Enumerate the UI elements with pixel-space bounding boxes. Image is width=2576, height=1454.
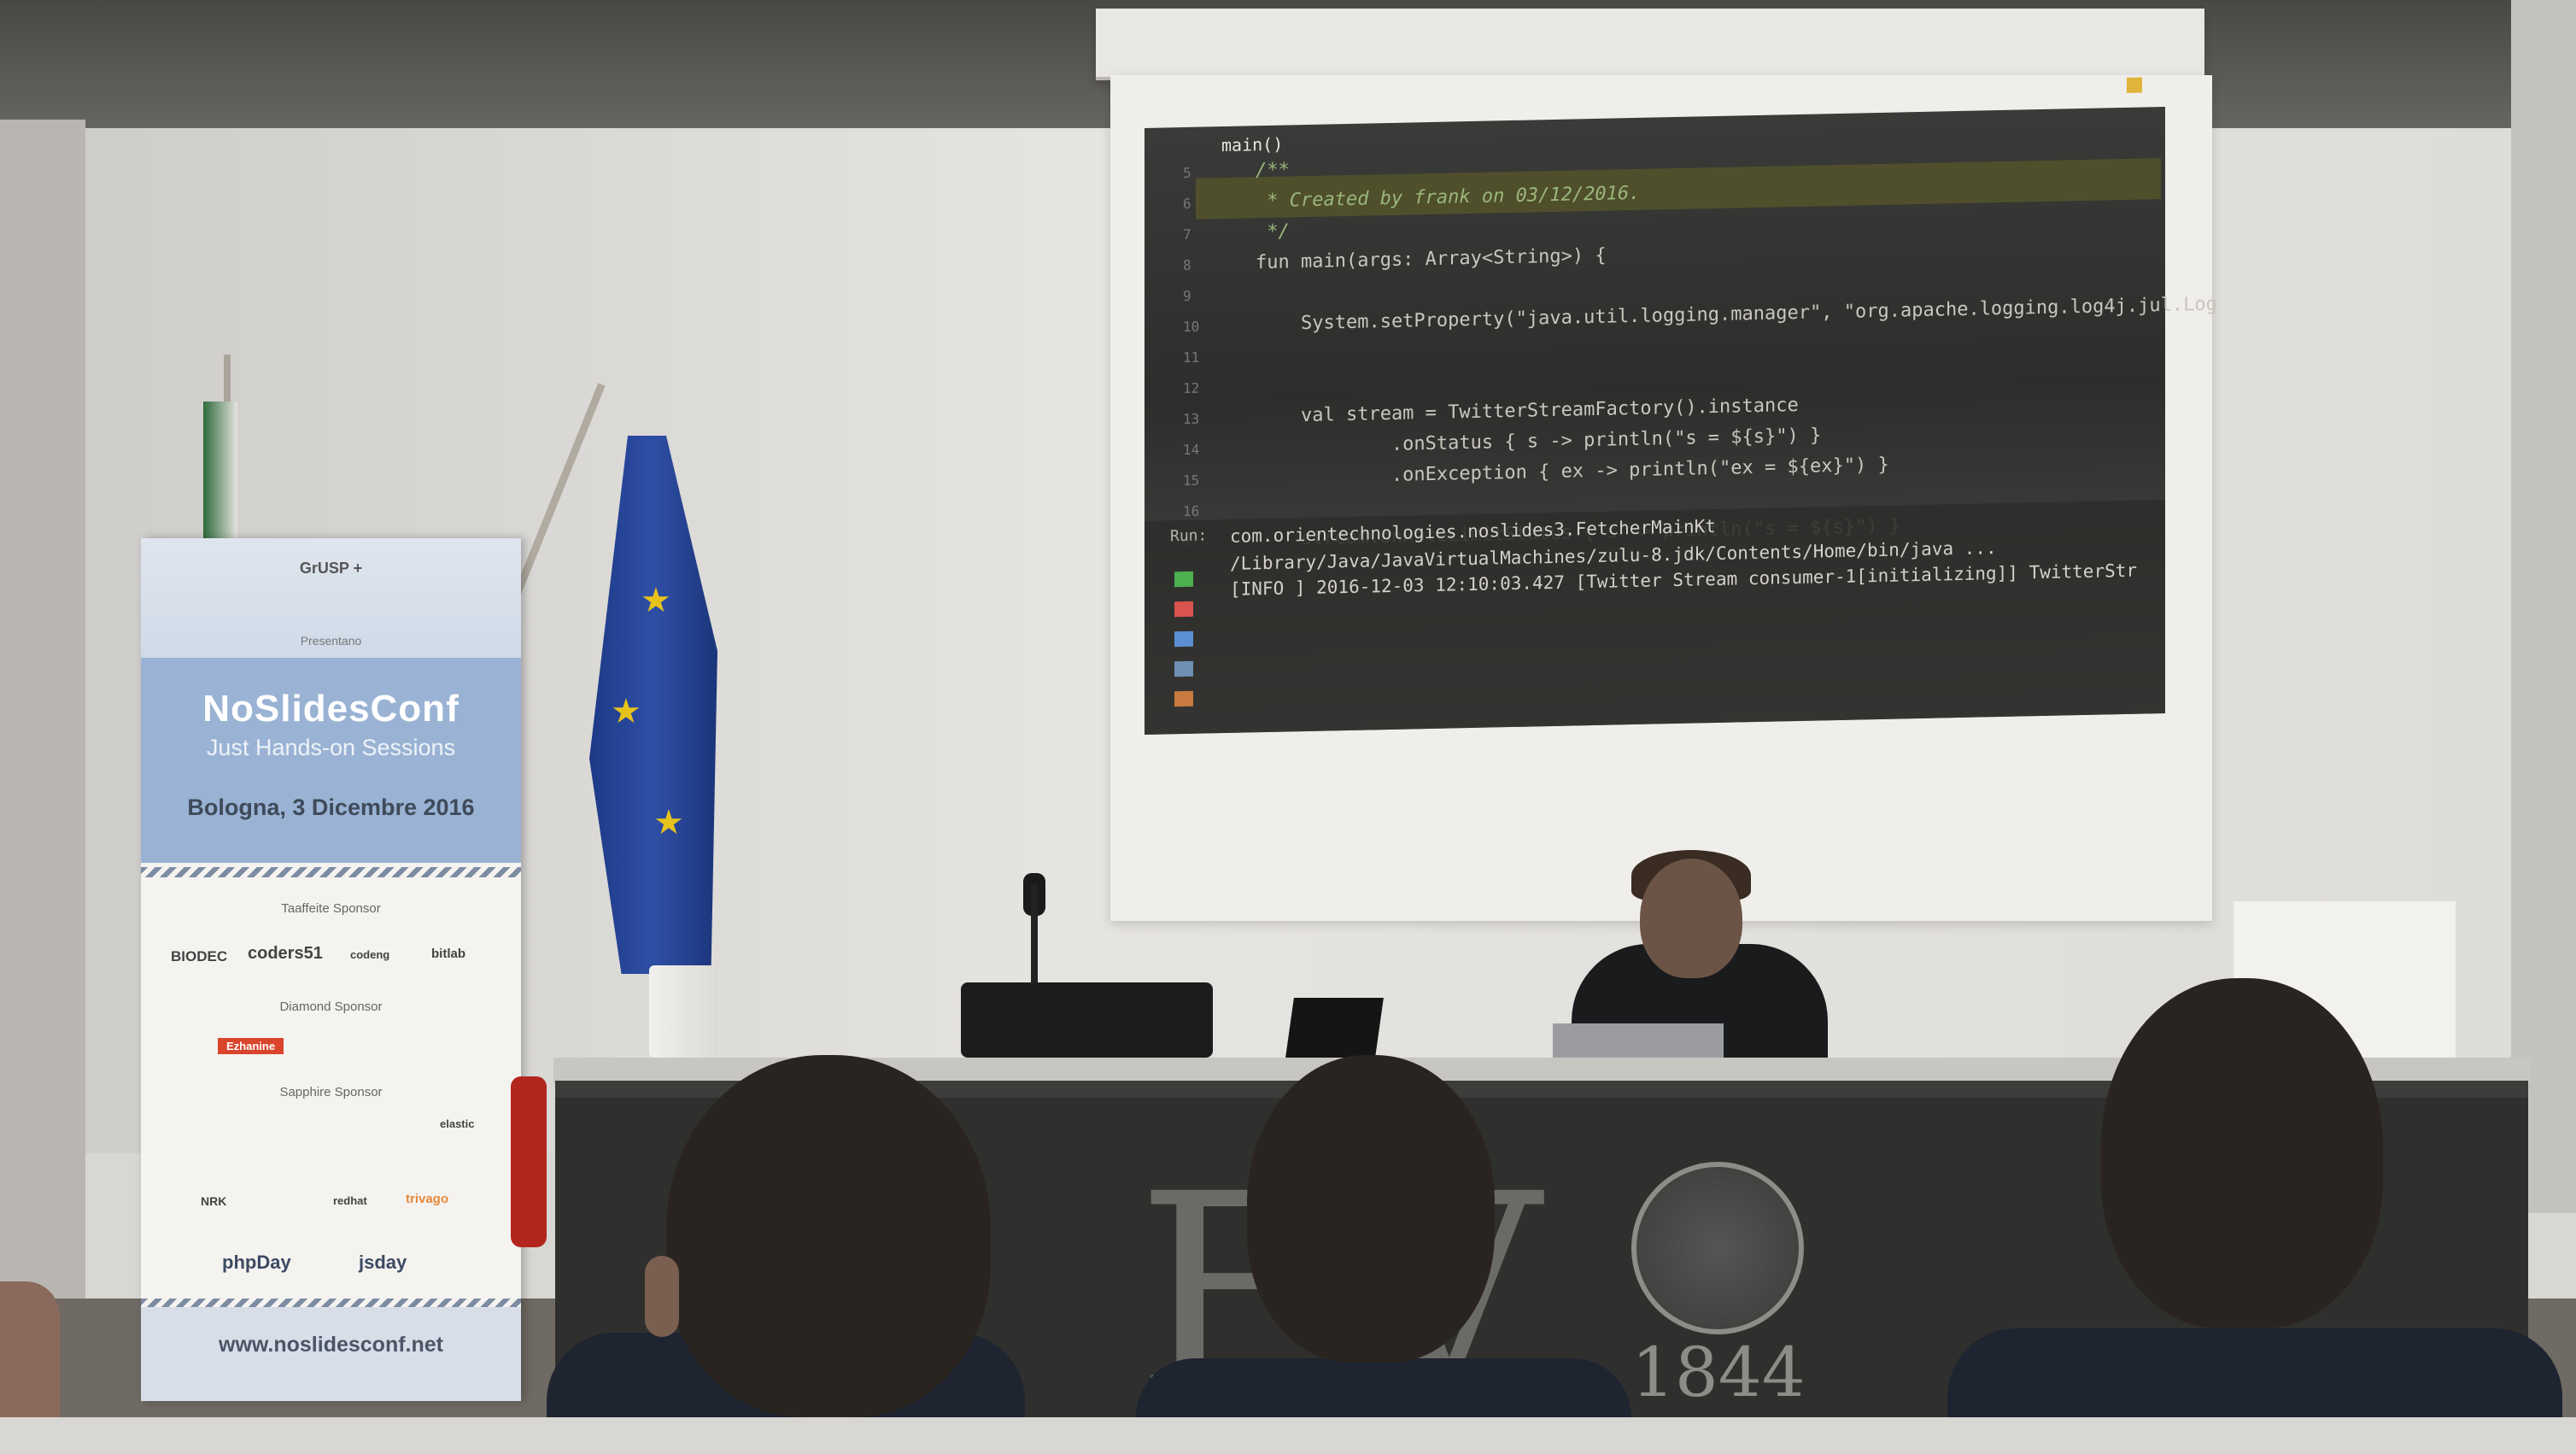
eu-star-icon: ★ [653,804,684,841]
eu-star-icon: ★ [641,582,671,619]
run-panel: Run: com.orientechnologies.noslides3.Fet… [1145,499,2165,735]
event-logo: jsday [359,1252,407,1273]
audience-head [1247,1055,1495,1363]
line-number: 6 [1183,195,1191,213]
exit-icon[interactable] [1174,690,1193,707]
line-number: 13 [1183,410,1200,428]
italian-flag [203,402,237,538]
banner-url: www.noslidesconf.net [219,1333,443,1357]
line-number: 9 [1183,287,1191,305]
fire-extinguisher [511,1076,547,1247]
table-year: 1844 [1631,1333,1806,1412]
line-number: 12 [1183,379,1200,397]
line-number: 10 [1183,318,1200,336]
run-config-line: com.orientechnologies.noslides3.FetcherM… [1230,515,1716,547]
banner-subtitle: Just Hands-on Sessions [206,735,456,760]
rerun-icon[interactable] [1174,571,1193,588]
line-number: 5 [1183,164,1191,182]
small-monitor [1285,998,1384,1058]
audience-shoulders [1947,1328,2562,1417]
code-line: .onStatus { s -> println("s = ${s}") } [1256,425,1822,459]
sponsor-logo: NRK [201,1194,227,1208]
sponsor-section-title: Sapphire Sponsor [279,1085,383,1099]
code-line: val stream = TwitterStreamFactory().inst… [1256,394,1799,428]
sponsor-section-title: Taaffeite Sponsor [281,901,381,916]
sponsor-logo: trivago [406,1192,449,1206]
sponsor-section-title: Diamond Sponsor [279,1000,383,1014]
stop-icon[interactable] [1174,601,1193,618]
wall-pillar [2511,0,2576,1213]
sponsor-logo: coders51 [248,944,323,963]
audience-partial [0,1281,60,1417]
editor-marker-icon [2127,77,2142,93]
audience-head [2101,978,2383,1328]
banner-presents: Presentano [300,634,362,648]
sponsor-logo: BIODEC [171,948,228,964]
line-number: 11 [1183,349,1200,366]
audience-head [666,1055,991,1417]
projected-code-editor: main() 567891011121314151617 /** * Creat… [1145,77,2217,735]
audience-ear [645,1256,679,1337]
projector-screen-housing [1096,9,2204,80]
code-line: fun main(args: Array<String>) { [1256,244,1607,274]
organizer-logos: GrUSP + [299,560,363,577]
pause-icon[interactable] [1174,630,1193,648]
sponsor-logo: Ezhanine [218,1038,284,1054]
line-number: 15 [1183,472,1200,490]
line-number: 14 [1183,441,1200,459]
sponsor-logo: redhat [333,1194,367,1207]
sponsor-logo: codeng [350,948,390,961]
event-logo: phpDay [222,1252,291,1273]
presenter-head [1640,859,1742,978]
code-line: */ [1256,220,1290,243]
code-line: .onException { ex -> println("ex = ${ex}… [1256,454,1889,490]
line-number: 16 [1183,502,1200,520]
banner-divider [141,867,521,877]
code-line: /** [1256,159,1290,182]
banner-date: Bologna, 3 Dicembre 2016 [187,794,475,820]
lion-seal-icon [1631,1162,1804,1334]
dump-threads-icon[interactable] [1174,660,1193,677]
left-wall [0,120,85,1316]
eu-star-icon: ★ [611,693,641,730]
editor-breadcrumb: main() [1221,133,1284,156]
code-line: System.setProperty("java.util.logging.ma… [1256,293,2217,336]
run-label: Run: [1170,526,1208,546]
sponsor-logo: bitlab [431,947,465,961]
sponsor-logo: elastic [440,1117,475,1130]
line-number: 8 [1183,256,1191,274]
paper-cups [649,965,717,1058]
line-number: 7 [1183,226,1191,243]
banner-title: NoSlidesConf [202,688,460,730]
projector [961,982,1213,1058]
conference-banner: GrUSP + Presentano NoSlidesConf Just Han… [141,538,521,1401]
audience-shoulders [1136,1358,1631,1417]
